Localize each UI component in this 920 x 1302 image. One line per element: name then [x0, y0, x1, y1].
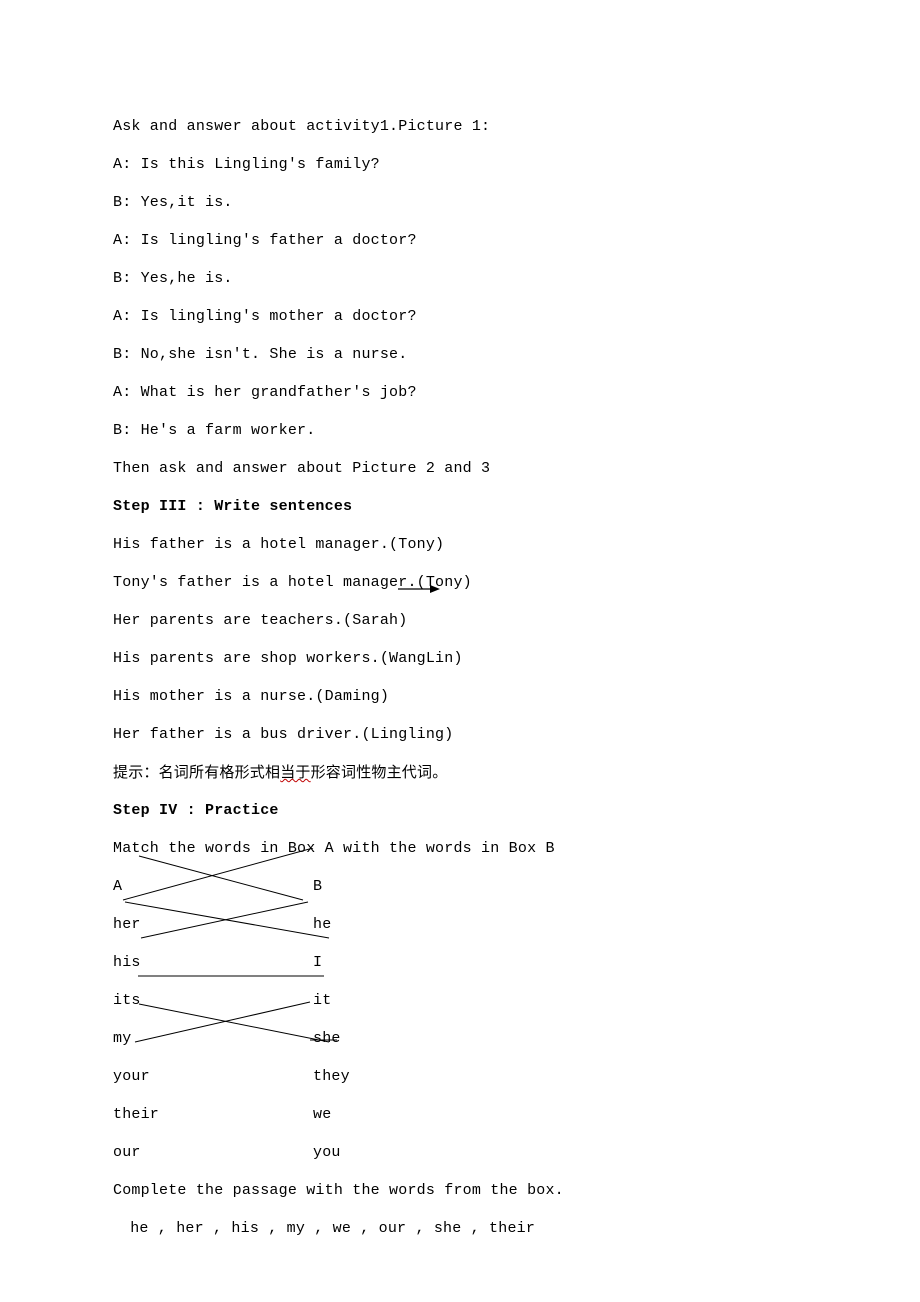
complete-instruction: Complete the passage with the words from… [113, 1172, 813, 1210]
box-row-3-a: my [113, 1020, 313, 1058]
step3-sentence-3: His parents are shop workers.(WangLin) [113, 640, 813, 678]
box-header-b: B [313, 878, 322, 895]
box-row-5: theirwe [113, 1096, 813, 1134]
box-row-2: itsit [113, 982, 813, 1020]
box-row-1: hisI [113, 944, 813, 982]
dialog-line-4: B: Yes,he is. [113, 260, 813, 298]
box-row-2-b: it [313, 992, 331, 1009]
box-row-6-b: you [313, 1144, 341, 1161]
dialog-line-3: A: Is lingling's father a doctor? [113, 222, 813, 260]
then-line: Then ask and answer about Picture 2 and … [113, 450, 813, 488]
box-row-1-b: I [313, 954, 322, 971]
dialog-line-1: A: Is this Lingling's family? [113, 146, 813, 184]
box-row-1-a: his [113, 944, 313, 982]
box-row-2-a: its [113, 982, 313, 1020]
box-row-0: herhe [113, 906, 813, 944]
step3-sentence-4: His mother is a nurse.(Daming) [113, 678, 813, 716]
step-3-heading: Step III : Write sentences [113, 488, 813, 526]
tip-suffix: 形容词性物主代词。 [311, 765, 448, 781]
dialog-line-8: B: He's a farm worker. [113, 412, 813, 450]
box-header-row: AB [113, 868, 813, 906]
document-page: Ask and answer about activity1.Picture 1… [0, 0, 920, 1302]
tip-highlight: 当于 [280, 765, 310, 781]
dialog-line-6: B: No,she isn't. She is a nurse. [113, 336, 813, 374]
box-row-0-b: he [313, 916, 331, 933]
step3-sentence-1a: His father is a hotel manager.(Tony) [113, 526, 813, 564]
box-row-0-a: her [113, 906, 313, 944]
box-row-6: ouryou [113, 1134, 813, 1172]
step-4-heading: Step IV : Practice [113, 792, 813, 830]
box-row-3: myshe [113, 1020, 813, 1058]
box-row-4-a: your [113, 1058, 313, 1096]
intro-line: Ask and answer about activity1.Picture 1… [113, 108, 813, 146]
step3-sentence-5: Her father is a bus driver.(Lingling) [113, 716, 813, 754]
match-instruction: Match the words in Box A with the words … [113, 830, 813, 868]
dialog-line-2: B: Yes,it is. [113, 184, 813, 222]
box-header-a: A [113, 868, 313, 906]
box-row-6-a: our [113, 1134, 313, 1172]
box-row-4-b: they [313, 1068, 350, 1085]
box-row-3-b: she [313, 1030, 341, 1047]
box-row-4: yourthey [113, 1058, 813, 1096]
step3-sentence-2: Her parents are teachers.(Sarah) [113, 602, 813, 640]
word-box-line: he , her , his , my , we , our , she , t… [113, 1210, 813, 1248]
step3-sentence-1b: Tony's father is a hotel manager.(Tony) [113, 564, 813, 602]
tip-line: 提示：名词所有格形式相当于形容词性物主代词。 [113, 754, 813, 792]
content-area: Ask and answer about activity1.Picture 1… [113, 108, 813, 1248]
box-row-5-b: we [313, 1106, 331, 1123]
tip-prefix: 提示：名词所有格形式相 [113, 765, 280, 781]
dialog-line-5: A: Is lingling's mother a doctor? [113, 298, 813, 336]
dialog-line-7: A: What is her grandfather's job? [113, 374, 813, 412]
box-row-5-a: their [113, 1096, 313, 1134]
